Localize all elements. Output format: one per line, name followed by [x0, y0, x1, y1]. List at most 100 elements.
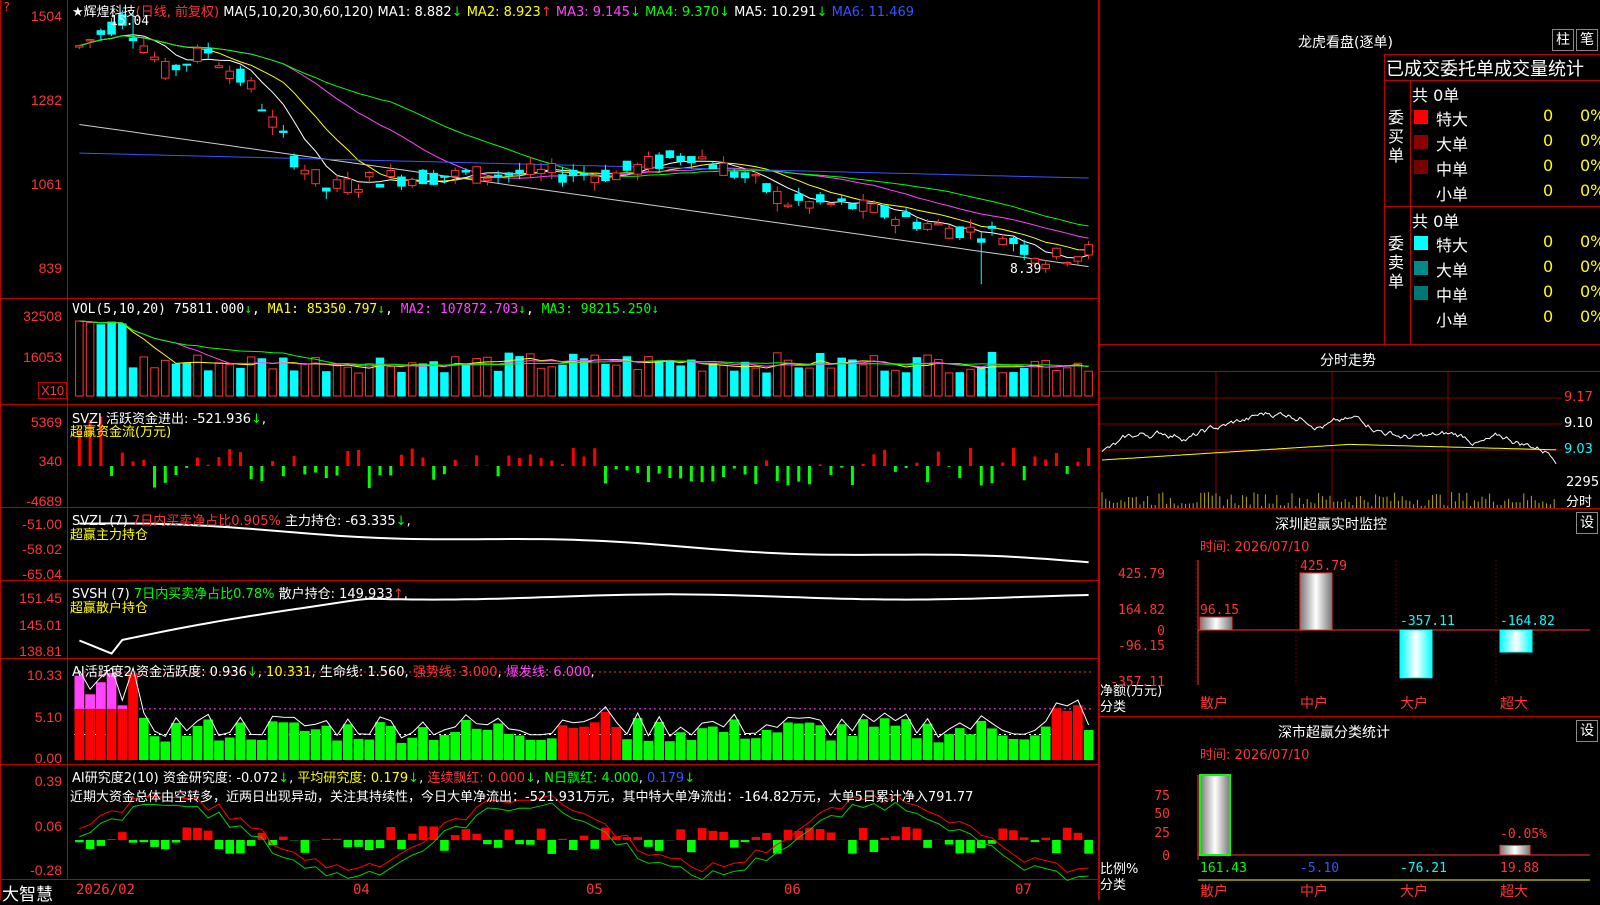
monitor-category-label: 中户	[1300, 695, 1328, 712]
sell-swatch	[1414, 311, 1428, 325]
activity-bar	[880, 718, 890, 760]
ai1-header: AI活跃度2 资金活跃度: 0.936↓, 10.331, 生命线: 1.560…	[72, 661, 595, 680]
fund-flow-bar	[454, 460, 457, 466]
intraday-price-2: 9.10	[1564, 416, 1593, 431]
activity-bar	[740, 739, 750, 760]
monitor-category-label: 大户	[1400, 695, 1428, 712]
sell-row-name: 大单	[1436, 257, 1468, 281]
main-force-position-line	[79, 523, 1088, 562]
candle-body	[1042, 264, 1050, 268]
ma6-value: MA6: 11.469	[832, 5, 914, 20]
main-ytick-3: 1061	[0, 176, 62, 192]
activity-bar	[440, 735, 450, 760]
activity-bar	[976, 721, 986, 760]
volume-bar	[548, 367, 556, 396]
ai1-v4: 强势线: 3.000	[413, 665, 498, 680]
activity-bar	[150, 736, 160, 760]
candle-body	[913, 222, 921, 228]
candle-body	[806, 202, 814, 208]
svzj-ytick-2: 340	[0, 453, 62, 469]
svzl-ytick-3: -65.04	[0, 566, 62, 582]
research-bar	[730, 840, 739, 848]
candle-body	[838, 199, 846, 201]
candle-body	[527, 164, 535, 174]
svsh-ytick-3: 138.81	[0, 643, 62, 659]
research-bar	[1041, 838, 1050, 840]
candle-body	[1085, 245, 1093, 255]
fund-flow-bar	[872, 454, 875, 466]
fund-flow-bar	[303, 466, 306, 474]
activity-bar	[375, 722, 385, 760]
activity-bar	[386, 726, 396, 760]
candle-body	[774, 191, 782, 203]
fund-flow-bar	[540, 458, 543, 466]
volume-bar	[849, 360, 857, 396]
candle-body	[655, 155, 663, 168]
fund-flow-bar	[883, 450, 886, 466]
xaxis-date-5: 07	[1015, 882, 1032, 898]
volume-bar	[280, 358, 288, 396]
volume-bar	[537, 368, 545, 396]
monitor-settings-button[interactable]: 设	[1576, 512, 1598, 534]
research-bar	[225, 840, 234, 854]
research-bar	[880, 838, 889, 840]
volume-bar	[698, 371, 706, 396]
main-ytick-2: 1282	[0, 92, 62, 108]
volume-bar	[784, 360, 792, 396]
research-bar	[816, 829, 825, 840]
activity-burst-bar	[85, 694, 95, 709]
activity-bar	[536, 740, 546, 760]
volume-bar	[484, 357, 492, 396]
ai2-v3: 连续飘红: 0.000	[427, 771, 525, 786]
volume-bar	[204, 371, 212, 396]
research-bar	[633, 837, 642, 840]
candle-body	[784, 205, 792, 207]
research-bar	[301, 840, 310, 853]
sell-swatch	[1414, 236, 1428, 250]
fund-flow-bar	[400, 455, 403, 466]
ma4-value: MA4: 9.370	[645, 5, 719, 20]
candle-body	[366, 173, 374, 177]
volume-bar	[140, 357, 148, 396]
research-bar	[547, 840, 556, 854]
buy-row-pct: 0%	[1580, 156, 1600, 175]
volume-bar	[258, 359, 266, 396]
volume-bar	[591, 355, 599, 396]
research-bar	[118, 832, 127, 840]
category-settings-button[interactable]: 设	[1576, 720, 1598, 742]
fund-flow-bar	[518, 458, 521, 466]
activity-bar	[815, 725, 825, 760]
candle-body	[1053, 248, 1061, 256]
fund-flow-bar	[271, 461, 274, 466]
research-bar	[1074, 833, 1083, 840]
fund-flow-bar	[411, 449, 414, 466]
fund-flow-bar	[368, 466, 371, 488]
category-ytick: 75	[1154, 789, 1170, 804]
research-bar	[129, 840, 138, 843]
pen-mode-button[interactable]: 笔	[1576, 29, 1598, 51]
candle-body	[881, 206, 889, 217]
category-pct-label: -0.05%	[1500, 827, 1547, 842]
chart-canvas[interactable]	[0, 0, 1098, 900]
vol-ytick-1: 32508	[0, 308, 62, 324]
activity-bar	[697, 728, 707, 760]
research-bar	[75, 840, 84, 842]
research-bar	[462, 829, 471, 840]
buy-row-val: 0	[1543, 106, 1553, 125]
bar-mode-button[interactable]: 柱	[1552, 29, 1574, 51]
ma-line-60	[79, 125, 1088, 267]
research-bar	[998, 828, 1007, 840]
fund-flow-bar	[937, 452, 940, 466]
fund-flow-bar	[497, 466, 500, 476]
fund-flow-bar	[432, 466, 435, 480]
activity-bar	[579, 727, 589, 760]
candle-body	[559, 175, 567, 182]
fund-flow-bar	[1012, 448, 1015, 466]
fund-flow-bar	[787, 466, 790, 485]
fund-flow-bar	[1044, 459, 1047, 466]
star-icon[interactable]: ★	[72, 5, 84, 20]
candle-body	[86, 40, 94, 41]
candle-body	[666, 151, 674, 158]
candle-body	[494, 175, 502, 176]
candle-body	[537, 169, 545, 173]
